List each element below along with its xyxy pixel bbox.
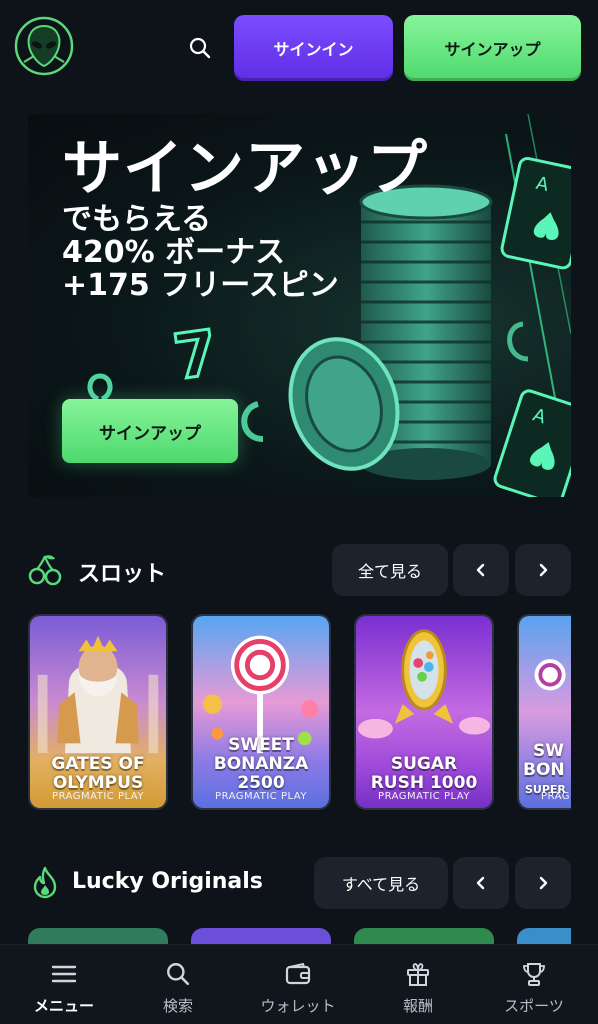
originals-carousel [28,928,571,944]
game-provider: PRAGMATIC PLAY [215,791,307,802]
nav-label: ウォレット [260,997,336,1015]
game-tile-sweet-bonanza-2500[interactable]: SWEET BONANZA 2500 PRAGMATIC PLAY [191,614,331,810]
nav-label: 検索 [162,997,193,1015]
alien-logo-icon[interactable] [14,16,74,76]
slots-view-all-button[interactable]: 全て見る [332,544,448,596]
hero-title: サインアップ [62,134,428,204]
game-tile-sweet-bonanza-super[interactable]: SW BON SUPER PRAG [517,614,571,810]
slots-next-button[interactable] [515,544,571,596]
nav-item-menu[interactable]: メニュー [4,945,124,1024]
game-provider: PRAGMATIC PLAY [52,791,144,802]
game-title: BONANZA [213,754,309,774]
search-icon [163,959,193,989]
signup-button[interactable]: サインアップ [404,15,581,81]
originals-view-all-button[interactable]: すべて見る [314,857,448,909]
chevron-right-icon [539,563,548,577]
bottom-navigation: メニュー 検索 ウォレット 報酬 スポーツ [0,944,598,1024]
originals-section-header: Lucky Originals すべて見る [28,857,571,909]
slots-title: スロット [78,562,167,587]
nav-item-rewards[interactable]: 報酬 [358,945,478,1024]
game-provider: PRAGMATIC PLAY [378,791,470,802]
game-title: BON [523,760,565,780]
hero-banner[interactable]: A A 7 サインアップ でもらえる 420% ボーナス +175 フリースピン… [28,114,571,497]
nav-label: 報酬 [402,997,433,1015]
hero-subtitle-1: でもらえる [62,202,212,237]
game-title: GATES OF [51,754,145,774]
game-tile-gates-of-olympus[interactable]: GATES OF OLYMPUS PRAGMATIC PLAY [28,614,168,810]
wallet-icon [283,959,313,989]
original-tile[interactable] [354,928,494,944]
slots-section-header: スロット 全て見る [28,544,571,596]
chevron-left-icon [476,876,485,890]
nav-item-search[interactable]: 検索 [118,945,238,1024]
originals-title: Lucky Originals [72,869,263,894]
nav-label: メニュー [33,997,94,1015]
hero-signup-button[interactable]: サインアップ [62,399,238,463]
game-provider: PRAG [541,791,570,802]
game-title: SW [533,741,564,761]
flame-icon [28,865,62,899]
original-tile[interactable] [517,928,571,944]
originals-next-button[interactable] [515,857,571,909]
search-icon[interactable] [182,30,218,66]
game-title: SWEET [228,735,294,755]
hero-subtitle-2: 420% ボーナス [62,235,286,270]
nav-label: スポーツ [504,997,564,1015]
nav-item-wallet[interactable]: ウォレット [238,945,358,1024]
game-title: SUGAR [390,754,458,774]
nav-item-sports[interactable]: スポーツ [474,945,594,1024]
slots-prev-button[interactable] [453,544,509,596]
trophy-icon [519,959,549,989]
slots-carousel: GATES OF OLYMPUS PRAGMATIC PLAY SWEET BO… [28,614,571,812]
signin-button[interactable]: サインイン [234,15,393,81]
svg-text:7: 7 [169,316,222,394]
originals-prev-button[interactable] [453,857,509,909]
top-header: サインイン サインアップ [0,0,598,96]
original-tile[interactable] [28,928,168,944]
cherries-icon [28,552,62,586]
hero-subtitle-3: +175 フリースピン [62,268,339,303]
menu-icon [49,959,79,989]
gift-icon [403,959,433,989]
original-tile[interactable] [191,928,331,944]
game-tile-sugar-rush-1000[interactable]: SUGAR RUSH 1000 PRAGMATIC PLAY [354,614,494,810]
chevron-right-icon [539,876,548,890]
chevron-left-icon [476,563,485,577]
